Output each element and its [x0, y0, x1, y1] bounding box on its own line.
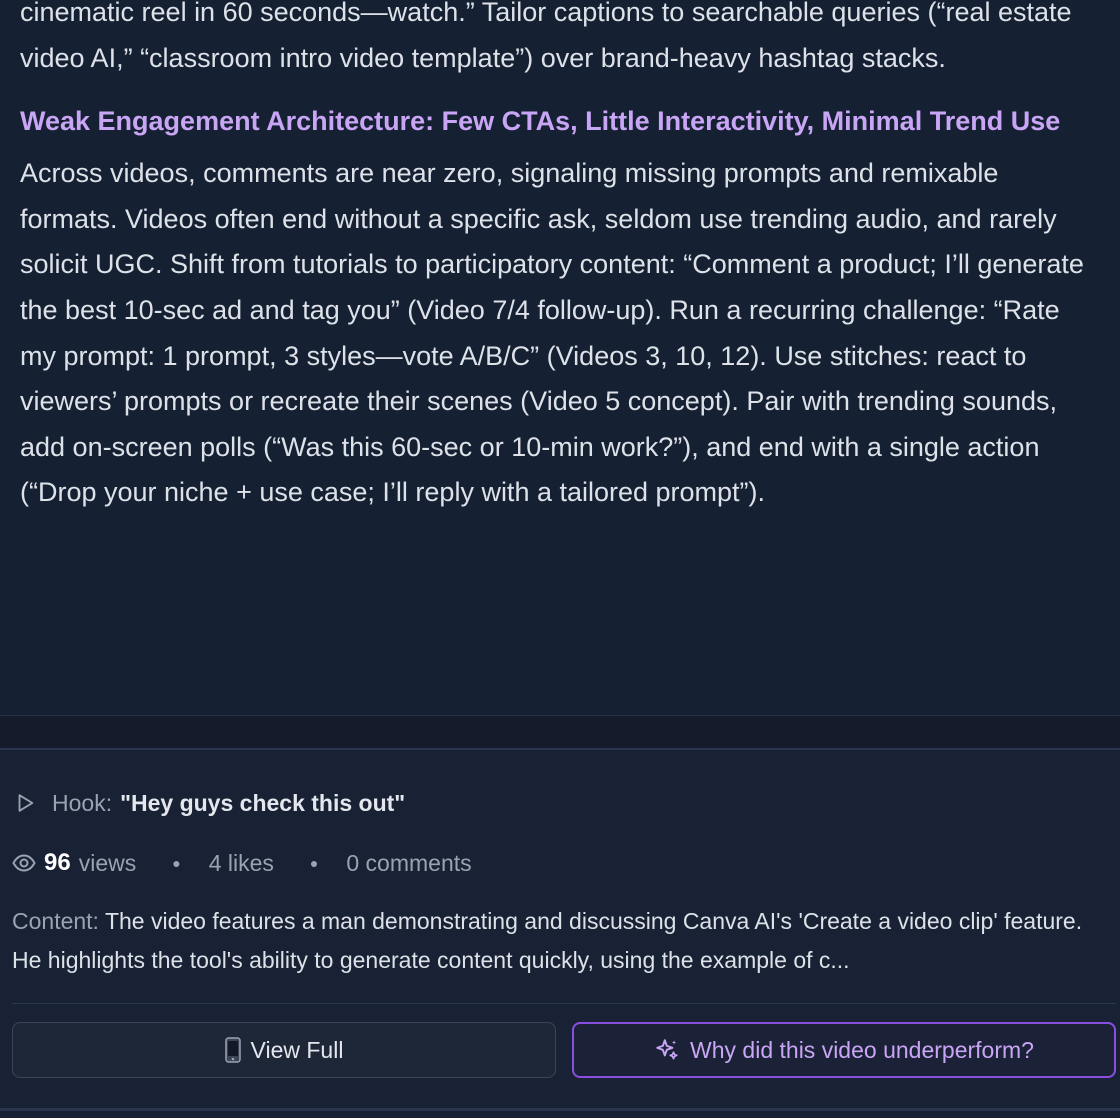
stat-separator: ●	[309, 855, 319, 871]
content-label: Content:	[12, 908, 99, 934]
divider	[12, 1003, 1116, 1004]
section-body: Across videos, comments are near zero, s…	[20, 158, 1084, 508]
sparkles-icon	[654, 1037, 680, 1063]
hook-label: Hook:	[52, 789, 113, 816]
hook-row: Hook: "Hey guys check this out"	[14, 788, 405, 818]
analysis-panel: cinematic reel in 60 seconds—watch.” Tai…	[0, 0, 1120, 716]
stats-row: 96 views ● 4 likes ● 0 comments	[12, 846, 472, 880]
views-label: views	[78, 849, 137, 876]
views-count: 96	[44, 849, 71, 876]
view-full-label: View Full	[250, 1036, 344, 1063]
why-underperform-button[interactable]: Why did this video underperform?	[572, 1022, 1116, 1078]
hook-value: "Hey guys check this out"	[120, 789, 406, 816]
why-underperform-label: Why did this video underperform?	[690, 1036, 1034, 1063]
comments-count: 0 comments	[346, 849, 472, 876]
view-full-button[interactable]: View Full	[12, 1022, 556, 1078]
phone-icon	[224, 1037, 241, 1063]
likes-count: 4 likes	[208, 849, 274, 876]
section-title: Weak Engagement Architecture: Few CTAs, …	[20, 106, 1061, 137]
stat-separator: ●	[172, 855, 181, 871]
analysis-intro-text: cinematic reel in 60 seconds—watch.” Tai…	[20, 0, 1072, 73]
eye-icon	[12, 854, 36, 872]
content-summary: Content: The video features a man demons…	[12, 902, 1112, 980]
play-icon	[18, 794, 34, 812]
divider	[0, 1108, 1120, 1111]
content-text: The video features a man demonstrating a…	[12, 908, 1083, 973]
